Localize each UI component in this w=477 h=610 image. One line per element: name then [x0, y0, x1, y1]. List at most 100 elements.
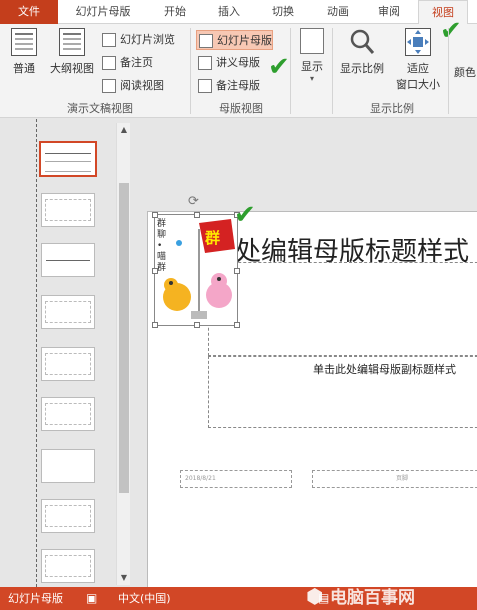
slide-master-label: 幻灯片母版 [217, 34, 272, 47]
watermark-logo-icon: ⬢ [306, 584, 324, 608]
group-divider [290, 28, 291, 114]
resize-handle[interactable] [234, 322, 240, 328]
scrollbar-thumb[interactable] [119, 183, 129, 493]
layout-thumbnail[interactable] [41, 499, 95, 533]
status-view-name: 幻灯片母版 [8, 592, 63, 605]
layout-thumbnail[interactable] [41, 449, 95, 483]
proofing-icon[interactable]: ▣ [86, 587, 97, 610]
thumbnail-subtitle-line [45, 161, 91, 162]
notes-page-label: 备注页 [120, 56, 153, 69]
resize-handle[interactable] [152, 268, 158, 274]
resize-handle[interactable] [234, 268, 240, 274]
thumbnail-placeholder [45, 301, 91, 323]
fit-window-icon [405, 28, 431, 56]
layout-thumbnail[interactable] [41, 243, 95, 277]
slide-subtitle: 单击此处编辑母版副标题样式 [313, 363, 456, 376]
color-label: 颜色 [454, 66, 476, 79]
notes-master-button[interactable]: 备注母版 [196, 76, 260, 96]
watermark-text: 电脑百事网 [330, 588, 415, 608]
check-mark-icon: ✔ [440, 16, 462, 46]
check-mark-icon: ✔ [268, 52, 290, 82]
subtitle-placeholder[interactable]: 单击此处编辑母版副标题样式 [208, 356, 477, 428]
thumbnail-placeholder [45, 353, 91, 375]
rotate-handle-icon[interactable]: ⟳ [188, 194, 199, 209]
master-slide-thumbnail[interactable] [39, 141, 97, 177]
tab-insert[interactable]: 插入 [206, 0, 252, 24]
reading-view-button[interactable]: 阅读视图 [100, 76, 164, 96]
date-placeholder[interactable]: 2018/8/21 [180, 470, 292, 488]
tab-animations[interactable]: 动画 [314, 0, 362, 24]
tab-review[interactable]: 审阅 [366, 0, 412, 24]
resize-handle[interactable] [152, 212, 158, 218]
thumbnail-title-line [46, 260, 90, 261]
flag-text: 群 [205, 229, 221, 247]
tab-file[interactable]: 文件 [0, 0, 58, 24]
layout-thumbnail[interactable] [41, 397, 95, 431]
normal-view-icon [11, 28, 37, 56]
slide-thumbnail-pane: ▲ ▼ [0, 119, 134, 587]
flag-mascots-icon [163, 219, 235, 319]
thumbnail-placeholder [45, 199, 91, 221]
slide-sorter-label: 幻灯片浏览 [120, 33, 175, 46]
master-views-group-label: 母版视图 [219, 102, 263, 115]
tab-slide-master[interactable]: 幻灯片母版 [62, 0, 144, 24]
tab-home[interactable]: 开始 [150, 0, 200, 24]
ribbon-tab-bar: 文件 幻灯片母版 开始 插入 切换 动画 审阅 视图 [0, 0, 477, 25]
show-icon [300, 28, 324, 54]
normal-view-label: 普通 [13, 62, 35, 75]
show-button[interactable]: 显示 ▾ [296, 28, 328, 83]
pane-guide-line [36, 119, 37, 587]
thumbnail-title-line [45, 153, 91, 154]
title-placeholder[interactable] [208, 262, 477, 356]
layout-thumbnail[interactable] [41, 347, 95, 381]
slide-master-button[interactable]: 幻灯片母版 [196, 30, 273, 50]
group-divider [190, 28, 191, 114]
slide-sorter-icon [102, 33, 116, 47]
slide-master-icon [199, 34, 213, 48]
thumbnail-placeholder [45, 403, 91, 425]
zoom-group-label: 显示比例 [370, 102, 414, 115]
handout-master-button[interactable]: 讲义母版 [196, 53, 260, 73]
reading-view-label: 阅读视图 [120, 79, 164, 92]
resize-handle[interactable] [194, 212, 200, 218]
fit-label-line1: 适应 [407, 62, 429, 75]
chevron-down-icon: ▾ [309, 74, 314, 83]
presentation-views-group-label: 演示文稿视图 [67, 102, 133, 115]
resize-handle[interactable] [152, 322, 158, 328]
flag-clipart-image[interactable]: 群聊•喵群 群 [152, 212, 240, 328]
color-button[interactable]: 颜色 [450, 64, 477, 80]
group-divider [332, 28, 333, 114]
fit-to-window-button[interactable]: 适应 窗口大小 [390, 28, 446, 92]
group-divider [448, 28, 449, 114]
thumbnail-scrollbar[interactable]: ▲ ▼ [116, 123, 130, 585]
layout-thumbnail[interactable] [41, 295, 95, 329]
thumbnail-placeholder [45, 555, 91, 577]
zoom-label: 显示比例 [340, 62, 384, 75]
outline-view-button[interactable]: 大纲视图 [46, 28, 98, 76]
tab-transitions[interactable]: 切换 [258, 0, 308, 24]
thumbnail-footer-line [45, 171, 91, 172]
handout-master-icon [198, 56, 212, 70]
footer-placeholder[interactable]: 页脚 [312, 470, 477, 488]
resize-handle[interactable] [194, 322, 200, 328]
show-label: 显示 [301, 60, 323, 73]
zoom-button[interactable]: 显示比例 [336, 28, 388, 76]
check-mark-icon: ✔ [234, 200, 256, 230]
notes-page-button[interactable]: 备注页 [100, 53, 153, 73]
notes-page-icon [102, 56, 116, 70]
layout-thumbnail[interactable] [41, 193, 95, 227]
normal-view-button[interactable]: 普通 [4, 28, 44, 76]
fit-label-line2: 窗口大小 [396, 78, 440, 91]
status-bar: 幻灯片母版 ▣ 中文(中国) ▤ ⬢ 电脑百事网 [0, 584, 477, 610]
status-language[interactable]: 中文(中国) [118, 587, 171, 610]
thumbnail-placeholder [45, 505, 91, 527]
master-slide[interactable]: 单击此处编辑母版标题样式 单击此处编辑母版副标题样式 2018/8/21 页脚 … [147, 194, 477, 610]
scroll-down-arrow-icon[interactable]: ▼ [117, 571, 131, 585]
layout-thumbnail[interactable] [41, 549, 95, 583]
reading-view-icon [102, 79, 116, 93]
slide-sorter-button[interactable]: 幻灯片浏览 [100, 30, 175, 50]
scroll-up-arrow-icon[interactable]: ▲ [117, 123, 131, 137]
magnifier-icon [349, 28, 375, 56]
notes-master-label: 备注母版 [216, 79, 260, 92]
notes-master-icon [198, 79, 212, 93]
